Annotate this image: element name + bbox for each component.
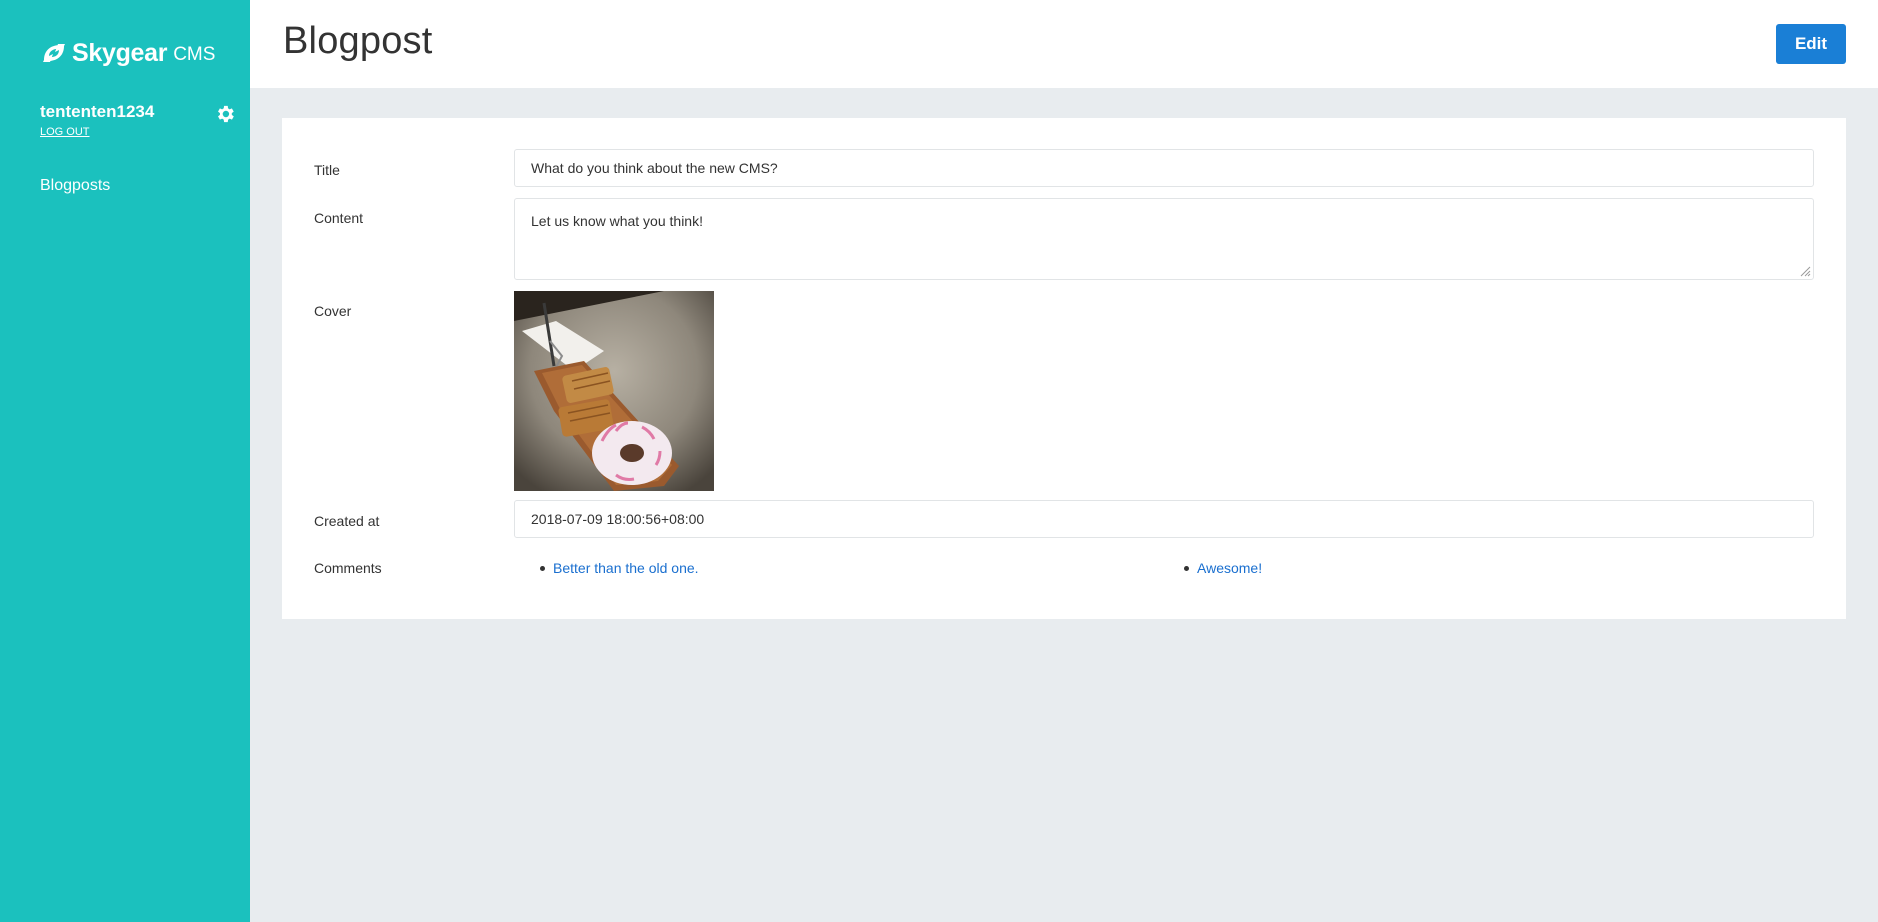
user-block: tententen1234 LOG OUT xyxy=(40,102,154,138)
brand-suffix: CMS xyxy=(173,44,216,65)
created-at-field[interactable]: 2018-07-09 18:00:56+08:00 xyxy=(514,500,1814,538)
gear-icon[interactable] xyxy=(214,103,236,125)
bullet-icon xyxy=(540,565,545,571)
content-field[interactable]: Let us know what you think! xyxy=(514,198,1814,280)
comments-list: Better than the old one. Awesome! xyxy=(514,560,1814,580)
page-header: Blogpost Edit xyxy=(250,0,1878,88)
comment-text: Better than the old one. xyxy=(553,560,699,576)
logout-link[interactable]: LOG OUT xyxy=(40,126,154,138)
brand[interactable]: Skygear CMS xyxy=(40,36,215,70)
brand-name: Skygear xyxy=(72,38,168,67)
title-label: Title xyxy=(314,162,340,178)
sidebar: Skygear CMS tententen1234 LOG OUT Blogpo… xyxy=(0,0,250,922)
comment-text: Awesome! xyxy=(1197,560,1263,576)
record-card: Title What do you think about the new CM… xyxy=(282,118,1846,619)
resize-grip-icon[interactable] xyxy=(1799,265,1811,277)
edit-button[interactable]: Edit xyxy=(1776,24,1846,64)
cover-image[interactable] xyxy=(514,291,714,491)
skygear-logo-icon xyxy=(43,44,65,62)
created-at-label: Created at xyxy=(314,513,380,529)
comment-link[interactable]: Better than the old one. xyxy=(540,560,699,576)
comments-label: Comments xyxy=(314,560,382,576)
comment-link[interactable]: Awesome! xyxy=(1184,560,1262,576)
sidebar-item-blogposts[interactable]: Blogposts xyxy=(40,177,110,195)
cover-label: Cover xyxy=(314,303,352,319)
content-label: Content xyxy=(314,210,364,226)
title-field[interactable]: What do you think about the new CMS? xyxy=(514,149,1814,187)
bullet-icon xyxy=(1184,565,1189,571)
username: tententen1234 xyxy=(40,102,155,121)
page-title: Blogpost xyxy=(283,20,433,62)
content-text: Let us know what you think! xyxy=(531,213,703,229)
